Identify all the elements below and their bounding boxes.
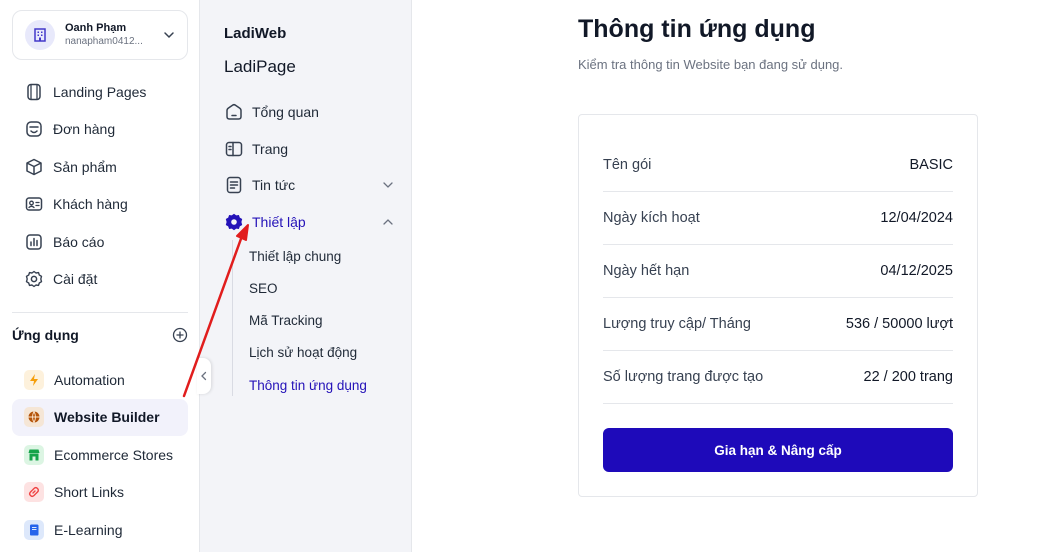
page-icon	[225, 141, 243, 156]
main-content: Thông tin ứng dụng Kiểm tra thông tin We…	[412, 0, 1057, 552]
workspace-avatar	[25, 20, 55, 50]
app-item-short-links[interactable]: Short Links	[12, 474, 188, 512]
nav-item-customers[interactable]: Khách hàng	[12, 186, 188, 224]
nav-item-landing-pages[interactable]: Landing Pages	[12, 73, 188, 111]
account-name: Oanh Phạm	[65, 22, 127, 34]
info-label: Số lượng trang được tạo	[603, 369, 764, 385]
gear-icon	[25, 271, 43, 288]
primary-nav: Landing Pages Đơn hàng Sản phẩm Khách hà…	[12, 73, 188, 298]
chevron-down-icon[interactable]	[382, 179, 394, 191]
app-item-ecommerce-stores[interactable]: Ecommerce Stores	[12, 436, 188, 474]
info-row-monthly-traffic: Lượng truy cập/ Tháng 536 / 50000 lượt	[603, 298, 953, 351]
app-item-label: E-Learning	[54, 521, 123, 538]
sidebar-divider	[12, 312, 188, 313]
submenu-app-info[interactable]: Thông tin ứng dụng	[249, 378, 367, 393]
info-label: Ngày kích hoạt	[603, 210, 700, 226]
sub-item-settings[interactable]: Thiết lập	[224, 204, 394, 241]
submenu-seo[interactable]: SEO	[249, 281, 278, 296]
nav-item-orders[interactable]: Đơn hàng	[12, 111, 188, 149]
app-window: Oanh Phạm nanapham0412... Landing Pages	[0, 0, 1057, 552]
app-item-e-learning[interactable]: E-Learning	[12, 511, 188, 549]
apps-title: Ứng dụng	[12, 327, 79, 343]
submenu-tracking-code[interactable]: Mã Tracking	[249, 313, 323, 328]
site-name[interactable]: LadiPage	[224, 57, 296, 77]
renew-upgrade-button[interactable]: Gia hạn & Nâng cấp	[603, 428, 953, 472]
app-icon-badge	[24, 407, 44, 428]
apps-header: Ứng dụng	[12, 325, 188, 345]
submenu-general-settings[interactable]: Thiết lập chung	[249, 249, 341, 264]
account-email: nanapham0412...	[65, 36, 143, 47]
sub-item-overview[interactable]: Tổng quan	[224, 94, 394, 131]
building-icon	[34, 28, 46, 42]
info-row-pages-created: Số lượng trang được tạo 22 / 200 trang	[603, 351, 953, 404]
product-brand: LadiWeb	[224, 25, 287, 42]
info-value: 22 / 200 trang	[863, 369, 954, 385]
orders-icon	[26, 121, 42, 137]
app-item-label: Automation	[54, 371, 125, 388]
globe-icon	[28, 411, 40, 424]
landing-pages-icon	[27, 83, 41, 100]
nav-item-label: Cài đặt	[53, 271, 98, 288]
nav-item-label: Báo cáo	[53, 233, 105, 250]
report-icon	[26, 234, 42, 250]
app-info-card: Tên gói BASIC Ngày kích hoạt 12/04/2024 …	[578, 114, 978, 497]
info-label: Lượng truy cập/ Tháng	[603, 316, 751, 332]
gear-icon	[225, 213, 243, 230]
sub-item-news[interactable]: Tin tức	[224, 167, 394, 204]
book-icon	[30, 524, 39, 536]
app-icon-badge	[24, 444, 44, 465]
info-row-expiry-date: Ngày hết hạn 04/12/2025	[603, 245, 953, 298]
app-item-label: Ecommerce Stores	[54, 446, 174, 463]
info-value: 536 / 50000 lượt	[845, 316, 953, 332]
info-row-plan: Tên gói BASIC	[603, 139, 953, 192]
info-value: BASIC	[909, 157, 953, 173]
app-item-website-builder[interactable]: Website Builder	[12, 398, 188, 436]
page-subtitle: Kiểm tra thông tin Website bạn đang sử d…	[578, 57, 844, 72]
submenu-activity-history[interactable]: Lịch sử hoạt động	[249, 345, 357, 360]
app-item-label: Short Links	[54, 484, 125, 501]
sub-item-label: Thiết lập	[252, 213, 306, 230]
info-label: Tên gói	[603, 157, 652, 173]
nav-item-products[interactable]: Sản phẩm	[12, 148, 188, 186]
sub-item-label: Tổng quan	[252, 104, 319, 121]
nav-item-settings[interactable]: Cài đặt	[12, 261, 188, 299]
sub-item-pages[interactable]: Trang	[224, 131, 394, 168]
nav-item-label: Đơn hàng	[53, 121, 116, 138]
nav-item-label: Khách hàng	[53, 196, 128, 213]
account-switcher[interactable]: Oanh Phạm nanapham0412...	[12, 10, 188, 60]
main-sidebar: Oanh Phạm nanapham0412... Landing Pages	[0, 0, 200, 552]
products-icon	[26, 158, 42, 175]
chevron-up-icon[interactable]	[382, 216, 394, 228]
app-icon-badge	[24, 519, 44, 540]
nav-item-label: Landing Pages	[53, 83, 147, 100]
info-value: 04/12/2025	[880, 263, 953, 279]
link-icon	[28, 487, 40, 498]
nav-item-reports[interactable]: Báo cáo	[12, 223, 188, 261]
app-item-label: Website Builder	[54, 409, 160, 426]
info-value: 12/04/2024	[880, 210, 953, 226]
news-icon	[226, 177, 242, 194]
home-icon	[226, 104, 242, 120]
app-icon-badge	[24, 482, 44, 503]
sub-item-label: Trang	[252, 140, 289, 157]
nav-item-label: Sản phẩm	[53, 158, 117, 175]
website-nav: Tổng quan Trang Tin tức Thiết lập	[224, 94, 394, 240]
chevron-down-icon[interactable]	[163, 29, 175, 41]
apps-list: Automation Website Builder Ecommerce Sto…	[12, 361, 188, 549]
app-item-automation[interactable]: Automation	[12, 361, 188, 399]
customers-icon	[25, 197, 43, 211]
settings-submenu-line	[232, 240, 233, 396]
sub-item-label: Tin tức	[252, 177, 296, 194]
store-icon	[28, 449, 40, 461]
app-icon-badge	[24, 369, 44, 390]
chevron-left-icon	[201, 371, 207, 381]
info-label: Ngày hết hạn	[603, 263, 690, 279]
page-title: Thông tin ứng dụng	[578, 15, 816, 43]
collapse-sidebar-button[interactable]	[197, 358, 211, 394]
lightning-icon	[30, 373, 38, 386]
add-circle-icon[interactable]	[172, 327, 188, 343]
info-row-activation-date: Ngày kích hoạt 12/04/2024	[603, 192, 953, 245]
